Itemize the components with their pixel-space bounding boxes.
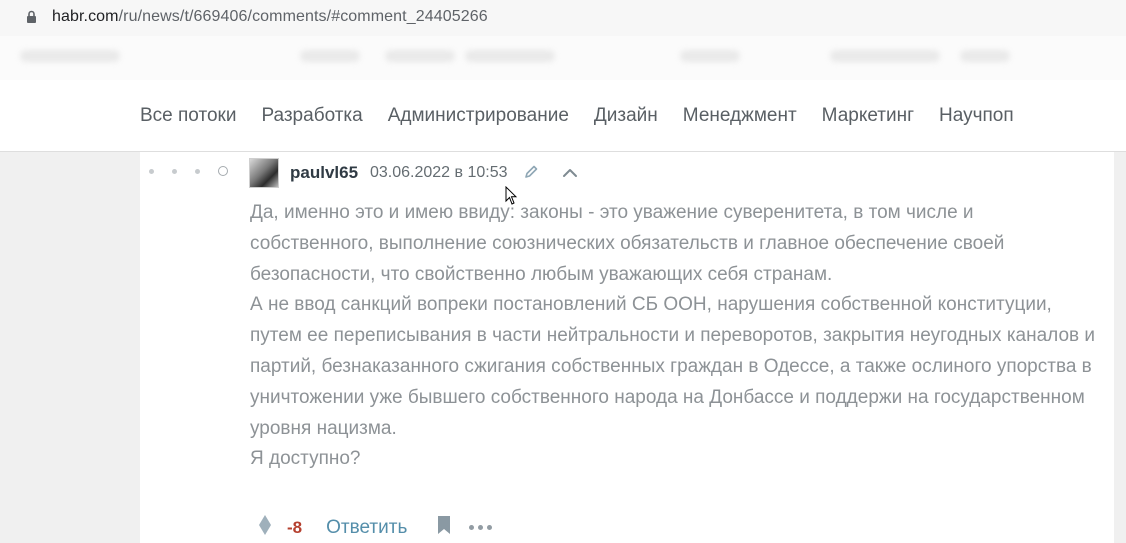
- thread-dot: [172, 168, 177, 174]
- flow-management[interactable]: Менеджмент: [683, 105, 797, 127]
- flow-admin[interactable]: Администрирование: [388, 105, 569, 127]
- browser-address-bar[interactable]: habr.com/ru/news/t/669406/comments/#comm…: [0, 0, 1126, 36]
- reply-button[interactable]: Ответить: [326, 517, 407, 539]
- flow-design[interactable]: Дизайн: [594, 105, 658, 127]
- thread-level-indicator[interactable]: [149, 166, 228, 176]
- lock-icon[interactable]: [26, 10, 37, 29]
- comment-author[interactable]: paulvl65: [290, 163, 358, 183]
- comment-paragraph: А не ввод санкций вопреки постановлений …: [250, 294, 1096, 439]
- flow-marketing[interactable]: Маркетинг: [822, 105, 914, 127]
- comment-body: Да, именно это и имею ввиду: законы - эт…: [250, 198, 1100, 475]
- flow-development[interactable]: Разработка: [261, 105, 362, 127]
- chevron-up-icon[interactable]: [562, 166, 578, 184]
- pencil-icon[interactable]: [523, 164, 539, 185]
- flows-list: Все потоки Разработка Администрирование …: [140, 105, 1014, 127]
- avatar[interactable]: [249, 158, 279, 188]
- thread-dot: [149, 168, 154, 174]
- url-text[interactable]: habr.com/ru/news/t/669406/comments/#comm…: [52, 8, 488, 26]
- blurred-header: [0, 36, 1126, 80]
- thread-dot: [195, 168, 200, 174]
- url-host: habr.com: [52, 8, 119, 25]
- url-path: /ru/news/t/669406/comments/#comment_2440…: [118, 8, 488, 25]
- flows-navigation: Все потоки Разработка Администрирование …: [0, 80, 1126, 152]
- comment-datetime[interactable]: 03.06.2022 в 10:53: [370, 164, 508, 182]
- comment-paragraph: Я доступно?: [250, 448, 361, 470]
- bookmark-icon[interactable]: [437, 515, 451, 540]
- flow-popsci[interactable]: Научпоп: [939, 105, 1014, 127]
- comment-paragraph: Да, именно это и имею ввиду: законы - эт…: [250, 202, 1005, 285]
- karma-drop-icon[interactable]: [257, 514, 273, 541]
- more-dots-icon[interactable]: [469, 525, 493, 530]
- flow-all[interactable]: Все потоки: [140, 105, 236, 127]
- comment-footer: -8 Ответить: [257, 514, 493, 541]
- thread-current-ring: [218, 166, 228, 176]
- comment-score[interactable]: -8: [287, 518, 302, 538]
